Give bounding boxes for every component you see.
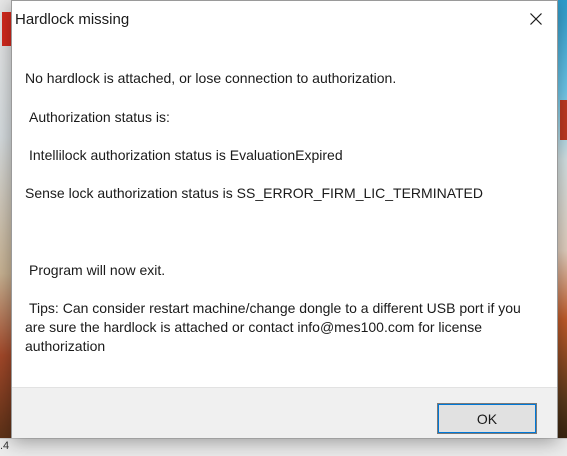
close-icon (530, 13, 542, 25)
hardlock-missing-dialog: Hardlock missing No hardlock is attached… (11, 0, 558, 438)
message-line-status-heading: Authorization status is: (29, 109, 170, 125)
close-button[interactable] (515, 1, 557, 37)
background-status-strip (0, 438, 567, 456)
ok-button[interactable]: OK (437, 403, 537, 434)
message-line-intellilock: Intellilock authorization status is Eval… (29, 147, 343, 163)
background-status-text: .4 (0, 440, 10, 452)
message-tips: Tips: Can consider restart machine/chang… (25, 300, 521, 354)
dialog-title: Hardlock missing (15, 11, 130, 28)
message-line-exit: Program will now exit. (29, 262, 166, 278)
dialog-titlebar[interactable]: Hardlock missing (12, 1, 557, 37)
dialog-footer: OK (12, 387, 557, 438)
message-line-sense-lock: Sense lock authorization status is SS_ER… (25, 185, 484, 201)
message-line-connection: No hardlock is attached, or lose connect… (25, 70, 397, 86)
background-right-mark (560, 100, 567, 140)
background-window-right (558, 0, 567, 456)
